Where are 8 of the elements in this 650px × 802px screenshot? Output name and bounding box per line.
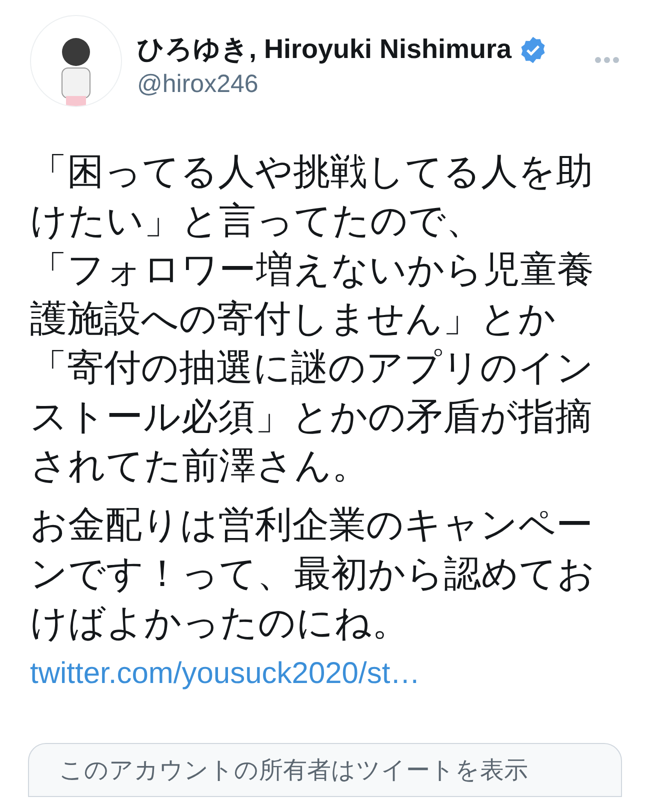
tweet-text: 「フォロワー増えないから児童養護施設への寄付しません」とか: [30, 248, 595, 341]
author-handle[interactable]: @hirox246: [137, 68, 594, 100]
tweet-text: 「寄付の抽選に謎のアプリのインストール必須」とかの矛盾が指摘されてた前澤さん。: [30, 346, 595, 488]
notice-text: このアカウントの所有者はツイートを表示: [59, 756, 528, 784]
tweet-text: 「困ってる人や挑戦してる人を助けたい」と言ってたので、: [30, 150, 594, 243]
tweet-link[interactable]: twitter.com/yousuck2020/st…: [30, 655, 420, 692]
tweet-text: お金配りは営利企業のキャンペーンです！って、最初から認めておけばよかったのにね。: [30, 503, 596, 645]
author-name[interactable]: ひろゆき, Hiroyuki Nishimura: [137, 33, 512, 67]
